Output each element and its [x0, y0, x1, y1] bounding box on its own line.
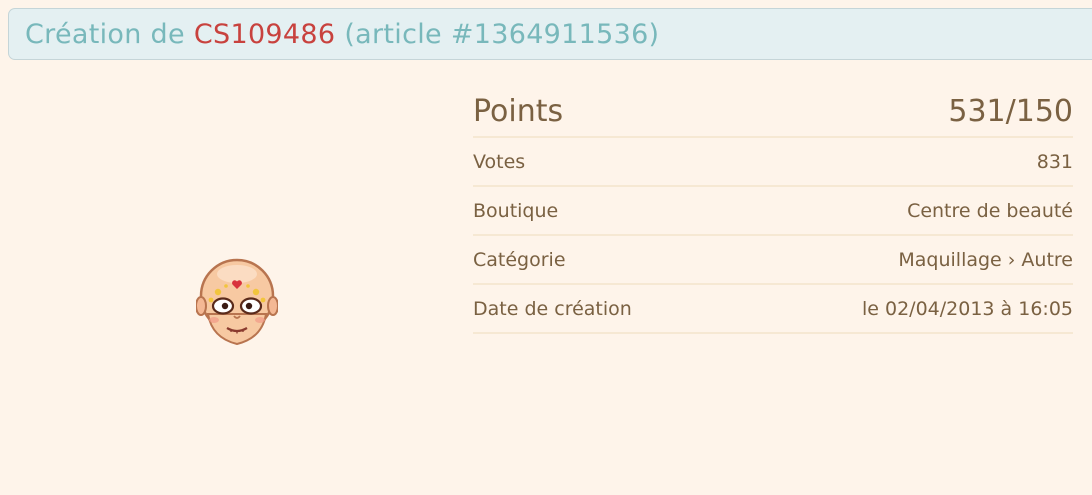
votes-value: 831 — [1036, 150, 1073, 173]
makeup-head-image — [196, 258, 278, 346]
article-id: (article #1364911536) — [344, 18, 660, 50]
points-label: Points — [473, 93, 564, 129]
categorie-value: Maquillage › Autre — [898, 248, 1073, 271]
boutique-value: Centre de beauté — [907, 199, 1073, 222]
boutique-label: Boutique — [473, 199, 559, 222]
creation-details: Points 531/150 Votes 831 Boutique Centre… — [473, 86, 1073, 334]
creation-title-bar: Création de CS109486 (article #136491153… — [8, 8, 1092, 60]
categorie-row: Catégorie Maquillage › Autre — [473, 236, 1073, 285]
boutique-row: Boutique Centre de beauté — [473, 187, 1073, 236]
date-row: Date de création le 02/04/2013 à 16:05 — [473, 285, 1073, 334]
points-value: 531/150 — [948, 93, 1073, 129]
points-row: Points 531/150 — [473, 86, 1073, 138]
votes-label: Votes — [473, 150, 526, 173]
date-label: Date de création — [473, 297, 632, 320]
creation-code: CS109486 — [193, 18, 336, 50]
title-prefix: Création de — [25, 18, 185, 50]
date-value: le 02/04/2013 à 16:05 — [862, 297, 1073, 320]
votes-row: Votes 831 — [473, 138, 1073, 187]
categorie-label: Catégorie — [473, 248, 566, 271]
